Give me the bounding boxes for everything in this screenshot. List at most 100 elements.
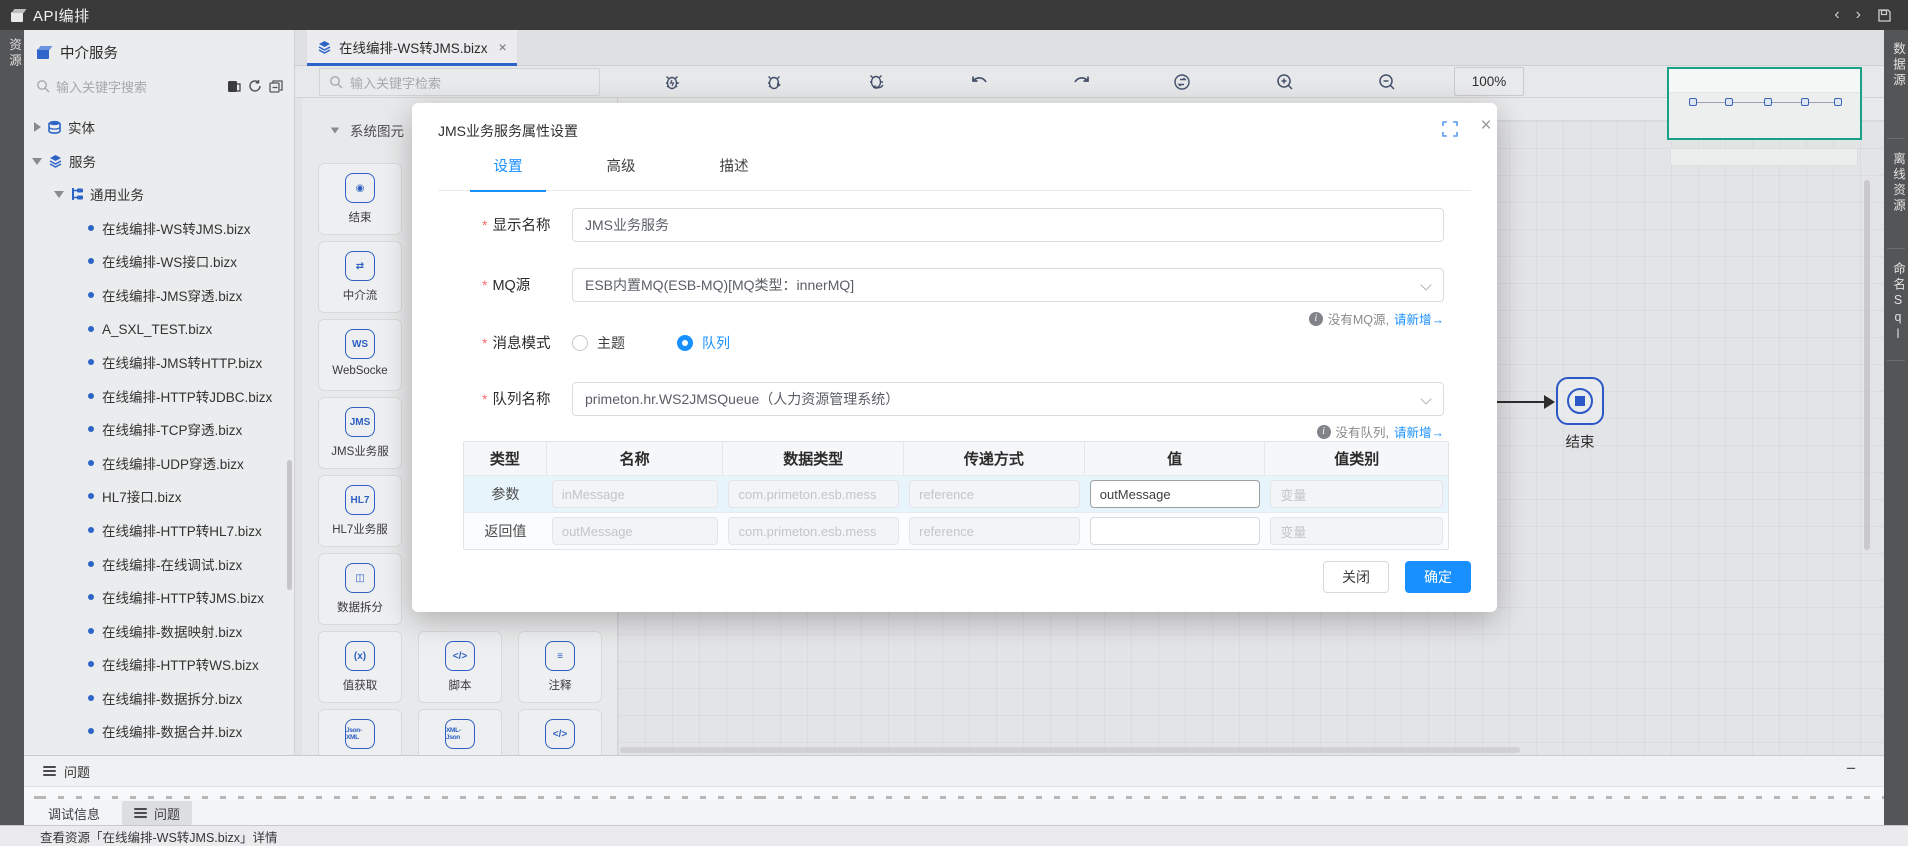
tree-item-bizx[interactable]: 在线编排-数据拆分.bizx xyxy=(24,685,292,711)
comment-icon: ≡ xyxy=(545,641,575,671)
cell-value-input[interactable] xyxy=(1090,480,1261,508)
palette-item-data-split[interactable]: ◫数据拆分 xyxy=(318,553,402,625)
info-icon: i xyxy=(1309,312,1323,326)
save-icon[interactable] xyxy=(1877,8,1892,23)
dialog-tab-advanced[interactable]: 高级 xyxy=(573,147,669,191)
col-pass-mode: 传递方式 xyxy=(904,442,1085,475)
tree-item-bizx[interactable]: 在线编排-HTTP转JMS.bizx xyxy=(24,584,292,610)
nav-back-icon[interactable]: ‹ xyxy=(1834,0,1839,30)
editor-tabbar: 在线编排-WS转JMS.bizx × xyxy=(295,30,1884,66)
tree-item-bizx[interactable]: 在线编排-HTTP转WS.bizx xyxy=(24,651,292,677)
palette-item-value-get[interactable]: (x)值获取 xyxy=(318,631,402,703)
sidebar-header-label: 中介服务 xyxy=(60,42,118,63)
end-node[interactable] xyxy=(1556,377,1604,425)
queue-hint: i 没有队列, 请新增→ xyxy=(1012,422,1444,441)
problems-panel-header[interactable]: 问题 − xyxy=(24,756,1884,787)
zoom-out-icon[interactable] xyxy=(1375,70,1399,94)
tree-item-bizx[interactable]: 在线编排-数据映射.bizx xyxy=(24,618,292,644)
radio-queue[interactable]: 队列 xyxy=(677,333,730,353)
cell-value-input[interactable] xyxy=(1090,517,1261,545)
tree-item-bizx[interactable]: 在线编排-数据合并.bizx xyxy=(24,718,292,744)
right-rail-tab-named-sql[interactable]: 命名Sql xyxy=(1884,262,1908,344)
debug-step-icon[interactable] xyxy=(865,70,889,94)
tab-close-icon[interactable]: × xyxy=(499,39,507,55)
caret-collapsed-icon[interactable] xyxy=(34,122,41,132)
undo-icon[interactable] xyxy=(967,70,991,94)
palette-item-hl7-service[interactable]: HL7HL7业务服 xyxy=(318,475,402,547)
queue-name-select[interactable]: primeton.hr.WS2JMSQueue（人力资源管理系统） xyxy=(572,382,1444,416)
tree-item-services[interactable]: 服务 xyxy=(24,148,292,174)
tree-item-label: 在线编排-HTTP转JDBC.bizx xyxy=(102,386,272,406)
tree-item-bizx[interactable]: 在线编排-HTTP转JDBC.bizx xyxy=(24,383,292,409)
tree-item-label: 在线编排-WS接口.bizx xyxy=(102,251,237,271)
ok-button[interactable]: 确定 xyxy=(1405,561,1471,593)
right-rail-tab-datasource[interactable]: 数据源 xyxy=(1884,42,1908,89)
add-mq-source-link[interactable]: 请新增→ xyxy=(1394,309,1444,328)
tree-item-entity[interactable]: 实体 xyxy=(24,114,292,140)
sidebar-scrollbar[interactable] xyxy=(287,460,292,590)
minimap[interactable] xyxy=(1667,67,1862,140)
editor-tab-active[interactable]: 在线编排-WS转JMS.bizx × xyxy=(307,30,517,66)
debug-start-icon[interactable] xyxy=(661,70,685,94)
list-icon xyxy=(43,766,56,776)
bullet-icon xyxy=(88,594,94,600)
dialog-tab-settings[interactable]: 设置 xyxy=(460,147,556,191)
tree-item-bizx[interactable]: 在线编排-HTTP转HL7.bizx xyxy=(24,517,292,543)
palette-item-jms-service[interactable]: JMSJMS业务服 xyxy=(318,397,402,469)
palette-item-end[interactable]: ◉结束 xyxy=(318,163,402,235)
palette-item-xml-to-json[interactable]: XML-Json xyxy=(418,709,502,755)
close-button[interactable]: 关闭 xyxy=(1323,561,1389,593)
palette-item-code[interactable]: </> xyxy=(518,709,602,755)
palette-item-websocket[interactable]: WSWebSocke xyxy=(318,319,402,391)
left-rail-tab-resources[interactable]: 资源 xyxy=(0,38,24,69)
locate-file-icon[interactable] xyxy=(227,80,241,93)
collapse-all-icon[interactable] xyxy=(269,80,283,93)
fullscreen-icon[interactable] xyxy=(1442,121,1458,137)
palette-search[interactable]: 输入关键字检索 xyxy=(319,68,600,96)
debug-run-icon[interactable] xyxy=(763,70,787,94)
right-rail: 数据源 离线资源 命名Sql xyxy=(1884,30,1908,846)
bullet-icon xyxy=(88,493,94,499)
tree-item-bizx[interactable]: A_SXL_TEST.bizx xyxy=(24,316,292,342)
zoom-level[interactable]: 100% xyxy=(1454,67,1524,96)
divider xyxy=(1887,248,1905,249)
mq-source-select[interactable]: ESB内置MQ(ESB-MQ)[MQ类型：innerMQ] xyxy=(572,268,1444,302)
tree-item-bizx[interactable]: HL7接口.bizx xyxy=(24,483,292,509)
tree-item-bizx[interactable]: 在线编排-在线调试.bizx xyxy=(24,551,292,577)
tab-debug-info[interactable]: 调试信息 xyxy=(36,801,112,825)
palette-item-script[interactable]: </>脚本 xyxy=(418,631,502,703)
tree-item-bizx[interactable]: 在线编排-JMS穿透.bizx xyxy=(24,282,292,308)
zoom-in-icon[interactable] xyxy=(1273,70,1297,94)
tree-item-bizx[interactable]: 在线编排-WS接口.bizx xyxy=(24,248,292,274)
bullet-icon xyxy=(88,258,94,264)
palette-item-json-to-xml[interactable]: Json-XML xyxy=(318,709,402,755)
display-name-input[interactable]: JMS业务服务 xyxy=(572,208,1444,242)
tree-item-bizx[interactable]: 在线编排-TCP穿透.bizx xyxy=(24,416,292,442)
fit-view-icon[interactable] xyxy=(1170,70,1194,94)
right-rail-tab-offline-resource[interactable]: 离线资源 xyxy=(1884,152,1908,214)
col-data-type: 数据类型 xyxy=(723,442,904,475)
tree-item-bizx[interactable]: 在线编排-WS转JMS.bizx xyxy=(24,215,292,241)
sidebar-search[interactable]: 输入关键字搜索 xyxy=(36,74,283,98)
redo-icon[interactable] xyxy=(1070,70,1094,94)
tree-item-bizx[interactable]: 在线编排-JMS转HTTP.bizx xyxy=(24,349,292,375)
refresh-icon[interactable] xyxy=(248,79,262,93)
palette-item-comment[interactable]: ≡注释 xyxy=(518,631,602,703)
palette-item-mediation-flow[interactable]: ⇄中介流 xyxy=(318,241,402,313)
palette-group-header[interactable]: 系统图元 xyxy=(330,120,404,140)
canvas-vertical-scrollbar[interactable] xyxy=(1864,180,1870,550)
tab-problems[interactable]: 问题 xyxy=(122,801,192,825)
tree-item-label: 在线编排-数据映射.bizx xyxy=(102,621,242,641)
caret-expanded-icon[interactable] xyxy=(32,158,42,165)
nav-forward-icon[interactable]: › xyxy=(1856,0,1861,30)
radio-topic[interactable]: 主题 xyxy=(572,333,625,353)
tree-item-general-business[interactable]: 通用业务 xyxy=(24,181,292,207)
canvas-horizontal-scrollbar[interactable] xyxy=(620,747,1520,753)
add-queue-link[interactable]: 请新增→ xyxy=(1394,422,1444,441)
tree-item-bizx[interactable]: 在线编排-UDP穿透.bizx xyxy=(24,450,292,476)
close-icon[interactable]: × xyxy=(1476,115,1496,137)
minimize-panel-icon[interactable]: − xyxy=(1846,759,1856,779)
mediation-service-icon xyxy=(36,44,52,60)
caret-expanded-icon[interactable] xyxy=(54,191,64,198)
dialog-tab-description[interactable]: 描述 xyxy=(686,147,782,191)
